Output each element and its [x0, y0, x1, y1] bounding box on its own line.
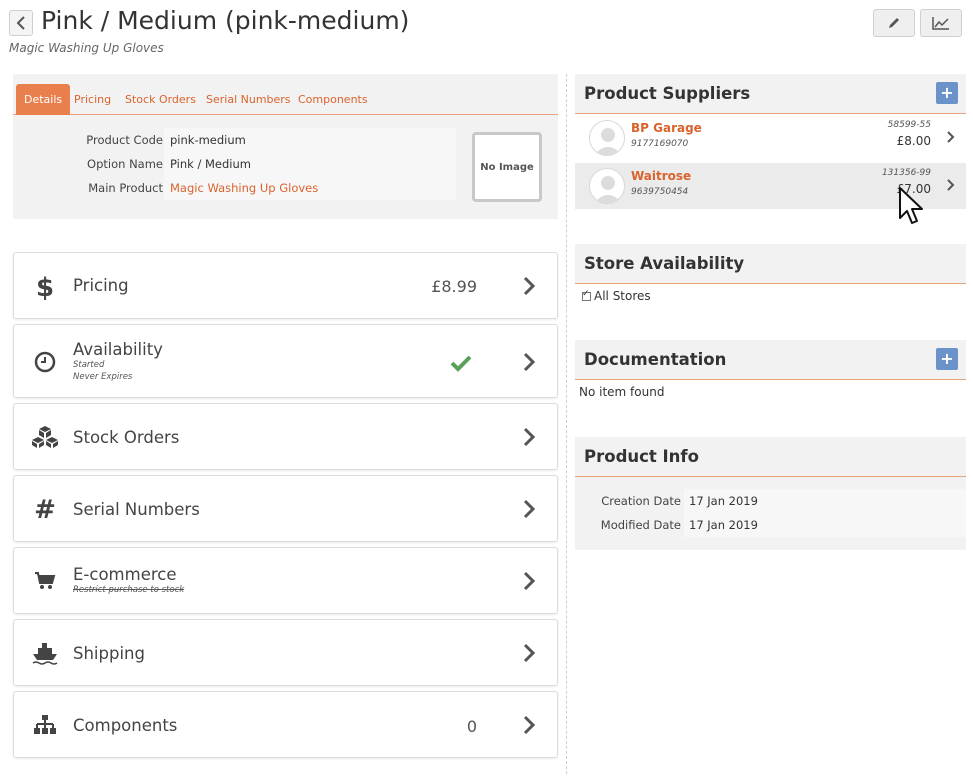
creation-date-label: Creation Date [601, 494, 681, 508]
availability-label: Availability [73, 340, 163, 359]
tab-bar: Details Pricing Stock Orders Serial Numb… [13, 84, 558, 115]
option-name-label: Option Name [87, 157, 163, 171]
documentation-header: Documentation + [575, 340, 966, 380]
tab-details[interactable]: Details [16, 84, 71, 115]
details-panel: Details Pricing Stock Orders Serial Numb… [13, 74, 558, 219]
chevron-right-icon [523, 499, 536, 519]
suppliers-header: Product Suppliers + [575, 74, 966, 114]
chevron-right-icon [947, 131, 955, 143]
product-code-value: pink-medium [164, 128, 456, 152]
pricing-card[interactable]: $ Pricing £8.99 [13, 252, 558, 319]
chevron-right-icon [523, 276, 536, 296]
avatar [589, 120, 625, 156]
all-stores-checkbox[interactable] [582, 289, 591, 301]
add-document-button[interactable]: + [936, 348, 958, 370]
ecommerce-label: E-commerce [73, 565, 177, 584]
documentation-empty: No item found [579, 385, 665, 399]
sitemap-icon [31, 714, 59, 736]
chevron-right-icon [947, 179, 955, 191]
ecommerce-restriction: Restrict purchase to stock [73, 585, 185, 595]
all-stores-row[interactable]: All Stores [582, 289, 651, 303]
supplier-row[interactable]: BP Garage 9177169070 58599-55 £8.00 [575, 115, 966, 161]
product-image-placeholder[interactable]: No Image [472, 132, 542, 202]
plus-icon: + [940, 83, 954, 102]
pencil-icon [889, 18, 899, 28]
chevron-right-icon [523, 352, 536, 372]
pricing-value: £8.99 [431, 277, 477, 296]
shipping-card[interactable]: Shipping [13, 619, 558, 686]
serial-numbers-card[interactable]: # Serial Numbers [13, 475, 558, 542]
documentation-title: Documentation [584, 350, 727, 369]
chevron-right-icon [523, 571, 536, 591]
back-button[interactable] [9, 10, 33, 36]
tab-serial-numbers[interactable]: Serial Numbers [198, 84, 299, 115]
ship-icon [31, 641, 59, 665]
main-product-label: Main Product [88, 181, 163, 195]
line-chart-icon [932, 17, 949, 30]
tab-components[interactable]: Components [290, 84, 376, 115]
edit-button[interactable] [873, 9, 915, 37]
pricing-label: Pricing [73, 276, 129, 295]
components-count: 0 [466, 717, 477, 736]
supplier-price: £8.00 [896, 134, 931, 148]
chevron-right-icon [523, 643, 536, 663]
supplier-name[interactable]: Waitrose [631, 169, 691, 183]
modified-date-row: Modified Date 17 Jan 2019 [575, 513, 966, 537]
modified-date-label: Modified Date [600, 518, 681, 532]
tab-pricing[interactable]: Pricing [66, 84, 119, 115]
availability-expires: Never Expires [73, 372, 133, 382]
checkmark-icon [450, 355, 472, 372]
add-supplier-button[interactable]: + [936, 82, 958, 104]
tab-stock-orders[interactable]: Stock Orders [117, 84, 204, 115]
chevron-left-icon [16, 16, 25, 30]
product-info-panel: Creation Date 17 Jan 2019 Modified Date … [575, 477, 966, 550]
store-availability-title: Store Availability [584, 254, 745, 273]
plus-icon: + [940, 349, 954, 368]
supplier-code: 58599-55 [887, 120, 931, 130]
chevron-right-icon [523, 427, 536, 447]
product-info-title: Product Info [584, 447, 699, 466]
boxes-icon [31, 425, 59, 449]
chevron-right-icon [523, 715, 536, 735]
shipping-label: Shipping [73, 644, 145, 663]
svg-text:#: # [34, 496, 56, 522]
store-availability-header: Store Availability [575, 244, 966, 284]
supplier-code: 131356-99 [881, 168, 931, 178]
hash-icon: # [31, 496, 59, 522]
components-label: Components [73, 716, 178, 735]
column-divider [566, 74, 567, 774]
availability-card[interactable]: Availability Started Never Expires [13, 324, 558, 398]
supplier-phone: 9639750454 [631, 187, 689, 197]
cart-icon [31, 571, 59, 591]
creation-date-value: 17 Jan 2019 [684, 489, 966, 513]
stock-orders-card[interactable]: Stock Orders [13, 403, 558, 470]
dollar-icon: $ [31, 273, 59, 301]
mouse-cursor-icon [899, 187, 923, 224]
suppliers-title: Product Suppliers [584, 84, 751, 103]
availability-started: Started [73, 360, 105, 370]
all-stores-label: All Stores [594, 289, 651, 303]
stock-orders-label: Stock Orders [73, 428, 180, 447]
stats-button[interactable] [920, 9, 962, 37]
modified-date-value: 17 Jan 2019 [684, 513, 966, 537]
option-name-value: Pink / Medium [164, 152, 456, 176]
components-card[interactable]: Components 0 [13, 691, 558, 758]
product-info-header: Product Info [575, 437, 966, 477]
svg-text:$: $ [36, 273, 54, 301]
page-subtitle: Magic Washing Up Gloves [9, 41, 164, 55]
supplier-phone: 9177169070 [631, 139, 689, 149]
serial-numbers-label: Serial Numbers [73, 500, 200, 519]
main-product-link[interactable]: Magic Washing Up Gloves [164, 176, 456, 200]
page-title: Pink / Medium (pink-medium) [41, 6, 410, 35]
supplier-name[interactable]: BP Garage [631, 121, 702, 135]
ecommerce-card[interactable]: E-commerce Restrict purchase to stock [13, 547, 558, 614]
avatar [589, 168, 625, 204]
creation-date-row: Creation Date 17 Jan 2019 [575, 489, 966, 513]
clock-icon [31, 351, 59, 373]
product-code-label: Product Code [86, 133, 163, 147]
